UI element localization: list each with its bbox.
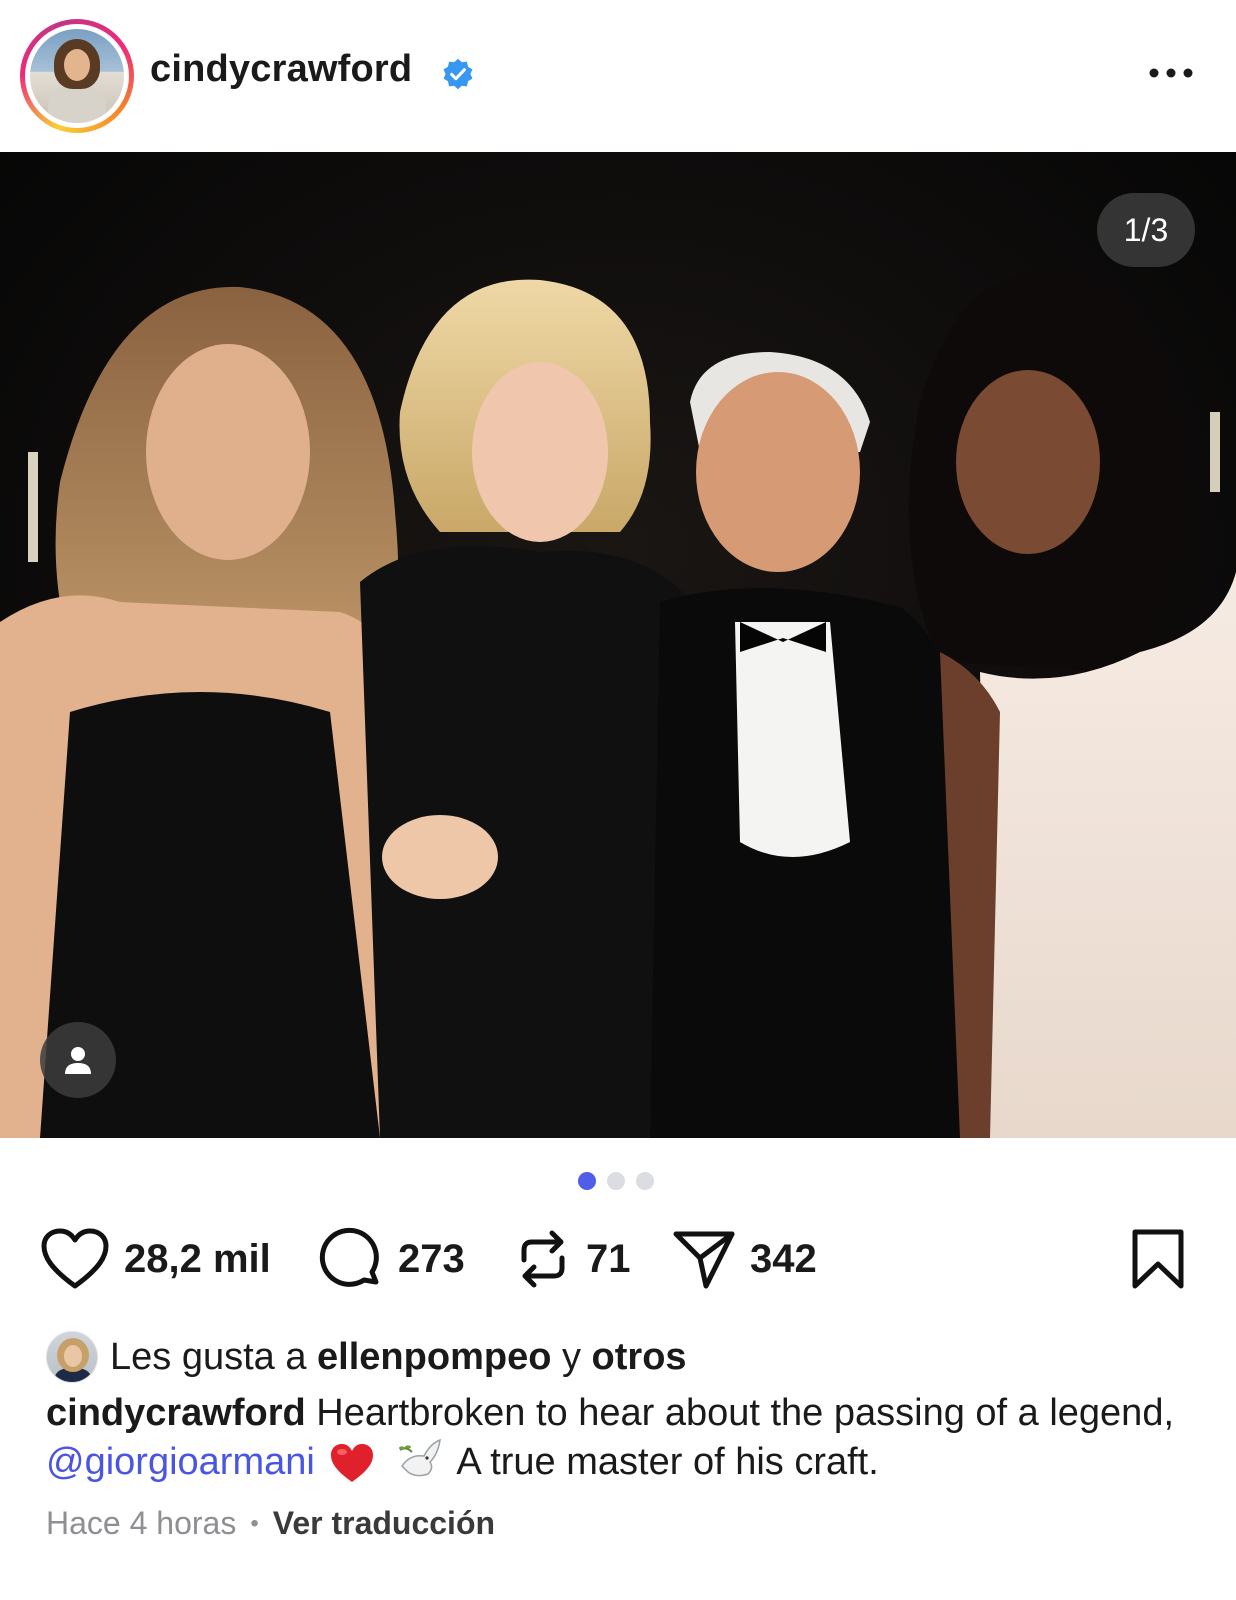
post-photo[interactable] [0,152,1236,1138]
profile-avatar [30,29,124,123]
caption-username[interactable]: cindycrawford [46,1392,306,1434]
tagged-people-button[interactable] [40,1022,116,1098]
post-timestamp: Hace 4 horas [46,1505,237,1541]
heart-icon [41,1228,109,1289]
comment-icon [319,1227,379,1287]
meta-separator: • [250,1509,259,1537]
share-button[interactable]: 342 [672,1226,817,1292]
verified-badge-icon [443,58,473,90]
caption-mention[interactable]: @giorgioarmani [46,1441,315,1483]
liked-by-line[interactable]: Les gusta a ellenpompeo y otros [46,1330,687,1384]
liked-by-prefix: Les gusta a [110,1335,307,1378]
share-count: 342 [750,1236,817,1281]
more-horizontal-icon[interactable] [1148,66,1194,80]
comment-button[interactable]: 273 [318,1226,465,1292]
carousel-indicator [578,1172,654,1190]
username[interactable]: cindycrawford [150,48,412,91]
repost-icon [521,1230,565,1288]
repost-count: 71 [586,1236,631,1281]
comment-count: 273 [398,1236,465,1281]
repost-button[interactable]: 71 [514,1226,631,1292]
person-icon [65,1047,91,1074]
like-count: 28,2 mil [124,1236,271,1281]
story-ring-avatar[interactable] [20,19,134,133]
liked-by-user[interactable]: ellenpompeo [317,1336,551,1379]
dove-icon [398,1438,441,1477]
post-meta: Hace 4 horas • Ver traducción [46,1505,495,1542]
caption-text-2: A true master of his craft. [456,1441,879,1483]
translate-link[interactable]: Ver traducción [273,1505,495,1542]
liked-by-others[interactable]: otros [592,1336,687,1379]
liker-avatar[interactable] [46,1331,98,1383]
post-caption: cindycrawford Heartbroken to hear about … [46,1390,1196,1485]
carousel-dot[interactable] [607,1172,625,1190]
post-image [0,152,1236,1138]
bookmark-icon [1132,1229,1184,1289]
save-button[interactable] [1130,1226,1186,1292]
post-header: cindycrawford [0,0,1236,152]
carousel-dot[interactable] [636,1172,654,1190]
action-bar: 28,2 mil 273 71 342 [0,1226,1236,1292]
liked-by-joiner: y [561,1335,581,1378]
image-counter-badge: 1/3 [1097,193,1195,267]
send-icon [673,1231,735,1289]
caption-text-1: Heartbroken to hear about the passing of… [316,1392,1175,1434]
like-button[interactable]: 28,2 mil [40,1226,271,1292]
red-heart-icon [331,1444,374,1482]
carousel-dot-active[interactable] [578,1172,596,1190]
